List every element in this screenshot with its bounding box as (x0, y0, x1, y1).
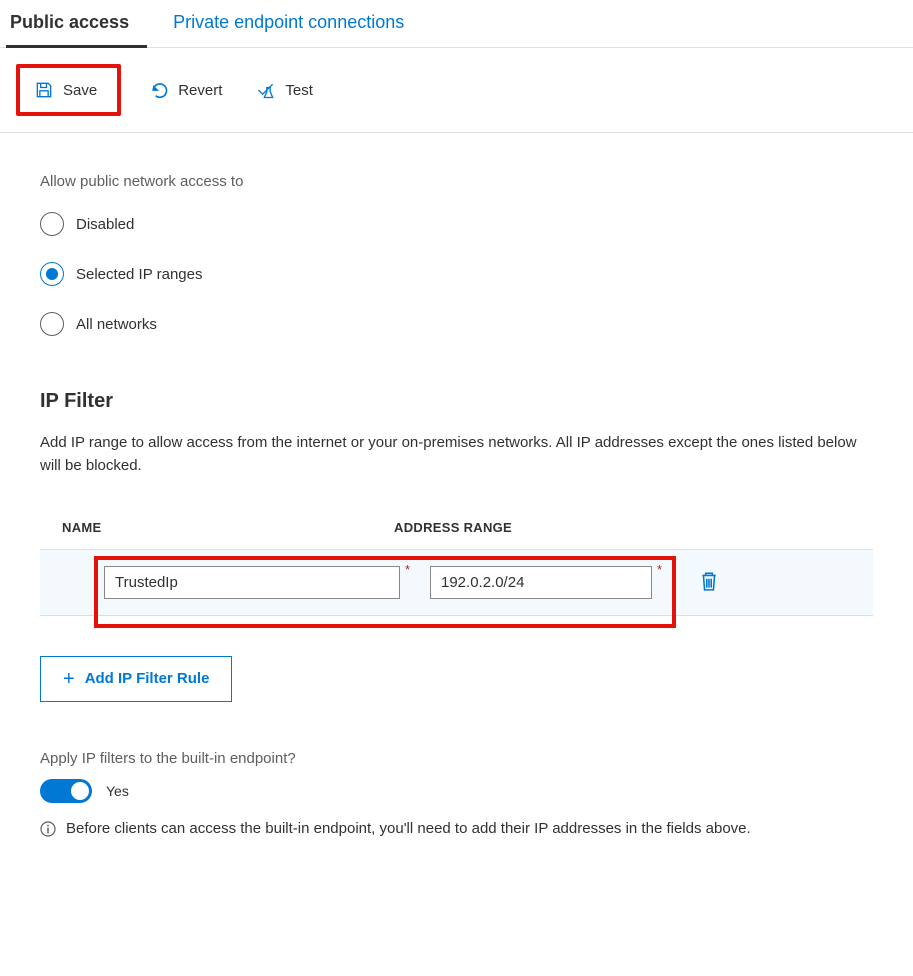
toggle-value-label: Yes (106, 783, 129, 799)
plus-icon: + (63, 669, 75, 689)
access-radio-group: Disabled Selected IP ranges All networks (40, 212, 873, 336)
ip-filter-table: NAME ADDRESS RANGE * * (40, 520, 873, 616)
radio-icon (40, 212, 64, 236)
table-row: * * (40, 549, 873, 616)
toggle-knob (71, 782, 89, 800)
ip-filter-title: IP Filter (40, 390, 873, 413)
builtin-info: Before clients can access the built-in e… (40, 817, 873, 840)
test-button[interactable]: Test (250, 76, 319, 104)
required-marker: * (405, 562, 410, 577)
builtin-question: Apply IP filters to the built-in endpoin… (40, 750, 873, 767)
radio-label: All networks (76, 316, 157, 333)
table-header: NAME ADDRESS RANGE (40, 520, 873, 549)
name-field-wrap: * (56, 566, 400, 599)
column-name: NAME (62, 520, 394, 535)
delete-row-button[interactable] (696, 567, 722, 598)
radio-icon (40, 312, 64, 336)
test-label: Test (285, 82, 313, 99)
address-input[interactable] (430, 566, 652, 599)
radio-selected-ip-ranges[interactable]: Selected IP ranges (40, 262, 873, 286)
tab-private-endpoint[interactable]: Private endpoint connections (169, 0, 422, 47)
radio-label: Selected IP ranges (76, 266, 202, 283)
ip-filter-description: Add IP range to allow access from the in… (40, 431, 873, 478)
toolbar: Save Revert Test (0, 48, 913, 133)
test-icon (256, 80, 276, 100)
builtin-toggle-row: Yes (40, 779, 873, 803)
radio-icon (40, 262, 64, 286)
add-ip-filter-button[interactable]: + Add IP Filter Rule (40, 656, 232, 702)
tab-public-access[interactable]: Public access (6, 0, 147, 47)
save-label: Save (63, 82, 97, 99)
column-address: ADDRESS RANGE (394, 520, 654, 535)
add-button-label: Add IP Filter Rule (85, 670, 210, 687)
revert-icon (149, 80, 169, 100)
revert-label: Revert (178, 82, 222, 99)
info-icon (40, 821, 56, 837)
info-text: Before clients can access the built-in e… (66, 817, 751, 840)
save-button[interactable]: Save (28, 76, 103, 104)
access-label: Allow public network access to (40, 173, 873, 190)
required-marker: * (657, 562, 662, 577)
tab-bar: Public access Private endpoint connectio… (0, 0, 913, 48)
revert-button[interactable]: Revert (143, 76, 228, 104)
trash-icon (700, 571, 718, 591)
radio-label: Disabled (76, 216, 134, 233)
save-icon (34, 80, 54, 100)
content-area: Allow public network access to Disabled … (0, 133, 913, 860)
radio-all-networks[interactable]: All networks (40, 312, 873, 336)
tab-label: Public access (10, 12, 129, 32)
radio-disabled[interactable]: Disabled (40, 212, 873, 236)
highlight-save: Save (16, 64, 121, 116)
address-field-wrap: * (430, 566, 652, 599)
name-input[interactable] (104, 566, 400, 599)
tab-label: Private endpoint connections (173, 12, 404, 32)
builtin-toggle[interactable] (40, 779, 92, 803)
